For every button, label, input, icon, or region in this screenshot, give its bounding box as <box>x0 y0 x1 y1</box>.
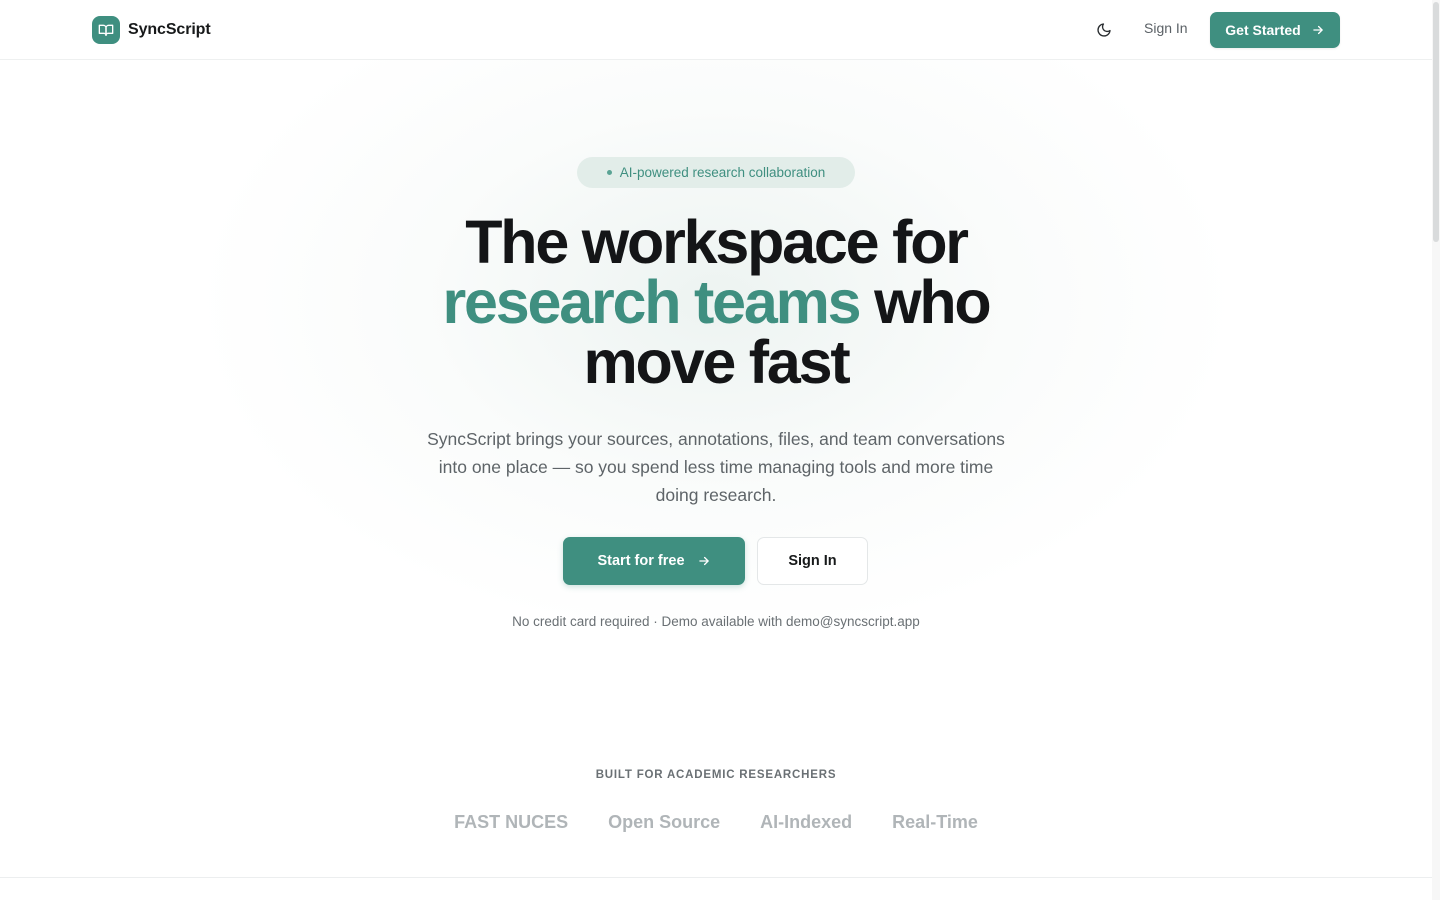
arrow-right-icon <box>698 556 709 566</box>
headline-accent: research teams <box>442 268 862 336</box>
start-for-free-label: Start for free <box>597 553 685 569</box>
get-started-label: Get Started <box>1225 22 1301 38</box>
hero-badge: AI-powered research collaboration <box>577 157 855 188</box>
social-proof-logos: FAST NUCES Open Source AI-Indexed Real-T… <box>0 812 1432 833</box>
logo-item: Real-Time <box>892 812 978 832</box>
logo-item: FAST NUCES <box>454 812 569 832</box>
logo-item: AI-Indexed <box>760 812 853 832</box>
theme-toggle-button[interactable] <box>1090 16 1118 44</box>
brand[interactable]: SyncScript <box>92 16 211 44</box>
hero-fineprint: No credit card required · Demo available… <box>512 614 920 629</box>
hero-headline: The workspace for research teams who mov… <box>0 212 1432 393</box>
page-scrollbar[interactable] <box>1432 0 1440 900</box>
start-for-free-button[interactable]: Start for free <box>563 537 745 585</box>
get-started-button[interactable]: Get Started <box>1210 12 1340 48</box>
logo-item: Open Source <box>608 812 721 832</box>
hero-subheading: SyncScript brings your sources, annotati… <box>427 429 1005 505</box>
hero-signin-label: Sign In <box>788 553 837 569</box>
landing-page: SyncScript Sign In Get Started AI-powere… <box>0 0 1440 900</box>
badge-dot <box>606 170 612 175</box>
hero-signin-button[interactable]: Sign In <box>757 537 868 585</box>
section-divider <box>0 877 1432 878</box>
top-navbar: SyncScript Sign In Get Started <box>0 0 1432 60</box>
headline-line-1: The workspace for <box>465 208 969 276</box>
scrollbar-thumb[interactable] <box>1433 2 1439 242</box>
book-open-icon <box>92 16 120 44</box>
moon-icon <box>1097 23 1111 37</box>
brand-name: SyncScript <box>128 21 211 38</box>
nav-signin-link[interactable]: Sign In <box>1144 20 1188 36</box>
social-proof-heading: BUILT FOR ACADEMIC RESEARCHERS <box>595 769 837 781</box>
hero-badge-text: AI-powered research collaboration <box>619 165 826 180</box>
headline-line-2-rest: who <box>859 268 992 336</box>
headline-line-3: move fast <box>583 328 851 396</box>
arrow-right-icon <box>1313 25 1323 35</box>
